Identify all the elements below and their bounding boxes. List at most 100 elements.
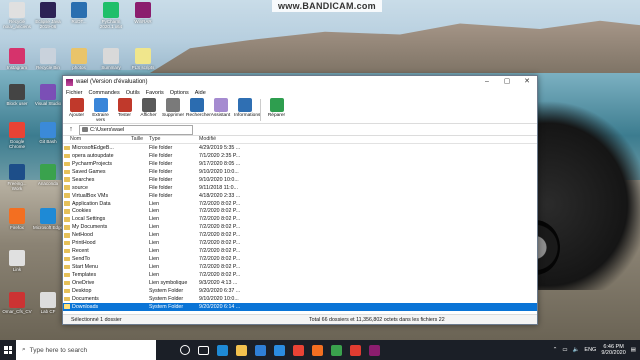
toolbar-button[interactable]: Assistant xyxy=(210,97,231,118)
store-icon[interactable] xyxy=(331,344,342,356)
edge-icon[interactable] xyxy=(217,344,228,356)
chevron-up-icon[interactable]: ⌃ xyxy=(553,347,558,353)
file-row[interactable]: Documents System Folder 9/10/2020 10:0... xyxy=(63,295,537,303)
winrar-window[interactable]: wael (Version d'évaluation) – ▢ ✕ Fichie… xyxy=(62,75,538,325)
column-type[interactable]: Type xyxy=(149,136,199,143)
maximize-button[interactable]: ▢ xyxy=(497,76,517,88)
toolbar-button[interactable]: Extraire vers xyxy=(90,97,111,123)
desktop-icon[interactable]: Git Bash xyxy=(33,122,63,144)
file-modified-cell: 9/20/2020 6:37 ... xyxy=(199,287,241,294)
toolbar-button[interactable]: Ajouter xyxy=(66,97,87,118)
desktop-icon[interactable]: Instagram xyxy=(2,48,32,70)
file-type-cell: File folder xyxy=(149,176,173,183)
taskview-icon[interactable] xyxy=(198,345,209,355)
desktop-icon[interactable]: WinRAR xyxy=(128,2,158,24)
toolbar-button[interactable]: Informations xyxy=(234,97,260,118)
desktop-icon[interactable]: Eclipse Java 2019-06 xyxy=(33,2,63,29)
desktop-icon[interactable]: Omar_Cfs_CV xyxy=(2,292,32,314)
file-row[interactable]: SendTo Lien 7/2/2020 8:02 P... xyxy=(63,255,537,263)
file-row[interactable]: source File folder 9/11/2018 11:0... xyxy=(63,184,537,192)
desktop-icon[interactable]: Link xyxy=(2,250,32,272)
desktop-icon[interactable]: RoDT... xyxy=(64,2,94,24)
toolbar-button[interactable]: Réparer xyxy=(266,97,287,118)
toolbar-button[interactable]: Supprimer xyxy=(162,97,184,118)
app-icon xyxy=(103,2,119,18)
file-row[interactable]: Desktop System Folder 9/20/2020 6:37 ... xyxy=(63,287,537,295)
file-row[interactable]: PrintHood Lien 7/2/2020 8:02 P... xyxy=(63,239,537,247)
title-bar[interactable]: wael (Version d'évaluation) – ▢ ✕ xyxy=(63,76,537,88)
file-type-cell: File folder xyxy=(149,152,173,159)
column-size[interactable]: Taille xyxy=(131,136,149,143)
desktop-icon[interactable]: PyCharm 2020.1 x64 xyxy=(96,2,126,29)
file-row[interactable]: Start Menu Lien 7/2/2020 8:02 P... xyxy=(63,263,537,271)
column-name[interactable]: Nom xyxy=(63,136,131,143)
explorer-icon[interactable] xyxy=(236,344,247,356)
mail-icon[interactable] xyxy=(255,344,266,356)
file-row[interactable]: Cookies Lien 7/2/2020 8:02 P... xyxy=(63,208,537,216)
toolbar-button[interactable]: Afficher xyxy=(138,97,159,118)
desktop-icon-label: photos xyxy=(72,65,86,70)
file-row[interactable]: OneDrive Lien symbolique 9/3/2020 4:13 ... xyxy=(63,279,537,287)
file-list[interactable]: Nom Taille Type Modifié MicrosoftEdgeB..… xyxy=(63,136,537,313)
clock[interactable]: 6:46 PM 9/20/2020 xyxy=(601,344,625,357)
menu-item[interactable]: Fichier xyxy=(66,90,83,96)
notification-icon[interactable]: ▤ xyxy=(631,347,636,353)
network-icon[interactable]: ▭ xyxy=(562,347,567,353)
desktop-icon[interactable]: Microsoft Edge xyxy=(33,208,63,230)
toolbar-button[interactable]: Rechercher xyxy=(186,97,211,118)
menu-item[interactable]: Options xyxy=(170,90,189,96)
desktop-icon[interactable]: Summary xyxy=(96,48,126,70)
file-row[interactable]: Downloads System Folder 9/20/2020 6:14 ... xyxy=(63,302,537,311)
volume-icon[interactable]: 🔈 xyxy=(573,347,580,353)
taskbar-search[interactable]: ⌕ Type here to search xyxy=(16,340,156,360)
desktop-icon[interactable]: Google Chrome xyxy=(2,122,32,149)
file-row[interactable]: NetHood Lien 7/2/2020 8:02 P... xyxy=(63,231,537,239)
record-icon[interactable] xyxy=(350,344,361,356)
file-row[interactable]: Templates Lien 7/2/2020 8:02 P... xyxy=(63,271,537,279)
close-button[interactable]: ✕ xyxy=(517,76,537,88)
desktop-icon[interactable]: Visual Studio xyxy=(33,84,63,106)
file-row[interactable]: Searches File folder 9/10/2020 10:0... xyxy=(63,176,537,184)
menu-item[interactable]: Commandes xyxy=(89,90,120,96)
up-arrow-icon[interactable]: ↑ xyxy=(66,125,76,134)
file-row[interactable]: My Documents Lien 7/2/2020 8:02 P... xyxy=(63,223,537,231)
desktop-icon[interactable]: Recyclé nouv_anciens xyxy=(2,2,32,29)
desktop-icon[interactable]: Block user xyxy=(2,84,32,106)
chrome-icon[interactable] xyxy=(293,344,304,356)
file-row[interactable]: Local Settings Lien 7/2/2020 8:02 P... xyxy=(63,215,537,223)
menu-item[interactable]: Favoris xyxy=(146,90,164,96)
language-indicator[interactable]: ENG xyxy=(584,347,596,353)
column-modified[interactable]: Modifié xyxy=(199,136,259,143)
menu-item[interactable]: Outils xyxy=(126,90,140,96)
desktop-icon[interactable]: Recycle Bin xyxy=(33,48,63,70)
file-type-cell: File folder xyxy=(149,144,173,151)
desktop-icon[interactable]: Firefox xyxy=(2,208,32,230)
winrar-icon[interactable] xyxy=(369,344,380,356)
file-row[interactable]: Application Data Lien 7/2/2020 8:02 P... xyxy=(63,200,537,208)
desktop-icon[interactable]: PLS scripts xyxy=(128,48,158,70)
menu-item[interactable]: Aide xyxy=(195,90,206,96)
file-row[interactable]: MicrosoftEdgeB... File folder 4/29/2019 5:… xyxy=(63,144,537,152)
app-icon xyxy=(71,48,87,64)
desktop-icon[interactable]: Lab CF xyxy=(33,292,63,314)
file-modified-cell: 7/2/2020 8:02 P... xyxy=(199,264,241,271)
minimize-button[interactable]: – xyxy=(477,76,497,88)
desktop-icon[interactable]: Freeing... Work xyxy=(2,164,32,191)
file-row[interactable]: Recent Lien 7/2/2020 8:02 P... xyxy=(63,247,537,255)
app-icon xyxy=(40,48,56,64)
start-button[interactable] xyxy=(0,340,16,360)
file-row[interactable]: Saved Games File folder 9/10/2020 10:0... xyxy=(63,168,537,176)
firefox-icon[interactable] xyxy=(312,344,323,356)
file-row[interactable]: PycharmProjects File folder 9/17/2020 8:05… xyxy=(63,160,537,168)
desktop-icon[interactable]: photos xyxy=(64,48,94,70)
file-type-cell: File folder xyxy=(149,184,173,191)
cortana-icon[interactable] xyxy=(180,345,190,355)
toolbar-button[interactable]: Tester xyxy=(114,97,135,118)
file-row[interactable]: opera autoupdate File folder 7/1/2020 2:35… xyxy=(63,152,537,160)
vscode-icon[interactable] xyxy=(274,344,285,356)
path-field[interactable]: C:\Users\wael xyxy=(79,124,193,135)
file-row[interactable]: VirtualBox VMs File folder 4/18/2020 2:33 … xyxy=(63,192,537,200)
desktop-icon[interactable]: Anaconda xyxy=(33,164,63,186)
file-name-cell: Searches xyxy=(63,177,131,183)
file-name: Saved Games xyxy=(72,168,106,175)
